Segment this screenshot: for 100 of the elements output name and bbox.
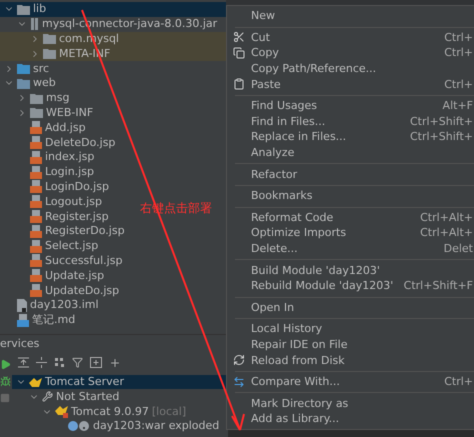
menu-item[interactable]: Compare With... Ctrl+ bbox=[227, 374, 474, 390]
tree-item[interactable]: Not Started bbox=[12, 389, 124, 404]
menu-item[interactable]: Bookmarks bbox=[227, 188, 474, 204]
menu-item[interactable]: Paste Ctrl+ bbox=[227, 76, 474, 92]
add-icon[interactable] bbox=[109, 356, 121, 369]
tree-label: lib bbox=[33, 2, 46, 16]
menu-item[interactable]: Mark Directory as bbox=[227, 395, 474, 412]
menu-item[interactable]: Build Module 'day1203' bbox=[227, 262, 474, 278]
tree-label: Tomcat Server bbox=[45, 374, 124, 389]
menu-item[interactable]: Optimize Imports Ctrl+Alt+ bbox=[227, 225, 474, 241]
menu-item[interactable]: Delete... Delet bbox=[227, 240, 474, 256]
tree-label: index.jsp bbox=[45, 150, 94, 164]
artifact-icon bbox=[68, 420, 90, 432]
menu-item[interactable]: New bbox=[227, 8, 474, 24]
tree-note: [local] bbox=[152, 405, 186, 418]
jsp-file-icon bbox=[30, 150, 42, 164]
archive-icon bbox=[30, 18, 39, 30]
markdown-file-icon bbox=[17, 314, 29, 327]
tree-item[interactable]: Update.jsp bbox=[0, 268, 108, 284]
jsp-file-icon bbox=[30, 284, 42, 298]
menu-item[interactable]: Replace in Files... Ctrl+Shift+ bbox=[227, 129, 474, 145]
tree-label: src bbox=[33, 62, 50, 76]
tree-label: Select.jsp bbox=[45, 239, 98, 254]
tree-item[interactable]: Select.jsp bbox=[0, 238, 102, 254]
menu-item[interactable]: Reload from Disk bbox=[227, 352, 474, 368]
group-icon[interactable] bbox=[54, 357, 65, 368]
tree-item[interactable]: msg bbox=[0, 90, 74, 106]
jsp-file-icon bbox=[30, 121, 42, 134]
tree-label: Login.jsp bbox=[45, 165, 94, 180]
tree-item[interactable]: src bbox=[0, 61, 54, 76]
filter-icon[interactable] bbox=[72, 357, 83, 368]
tree-label: Logout.jsp bbox=[45, 194, 102, 209]
tree-item[interactable]: Login.jsp bbox=[0, 164, 98, 180]
add-service-icon[interactable] bbox=[90, 357, 102, 368]
tree-item[interactable]: Register.jsp bbox=[0, 209, 113, 224]
menu-item[interactable]: Reformat Code Ctrl+Alt+ bbox=[227, 210, 474, 226]
tree-item[interactable]: Logout.jsp bbox=[0, 194, 106, 210]
menu-item[interactable]: Find Usages Alt+F bbox=[227, 98, 474, 114]
reload-icon bbox=[233, 354, 245, 366]
tree-label: WEB-INF bbox=[46, 106, 94, 120]
menu-item[interactable]: Rebuild Module 'day1203' Ctrl+Shift+F bbox=[227, 278, 474, 294]
tree-item[interactable]: Successful.jsp bbox=[0, 254, 126, 268]
tree-item[interactable]: lib bbox=[0, 2, 228, 17]
jsp-file-icon bbox=[30, 166, 42, 179]
tree-item[interactable]: day1203:war exploded bbox=[12, 418, 224, 434]
folder-icon bbox=[30, 107, 43, 118]
menu-item[interactable]: Refactor bbox=[227, 166, 474, 182]
menu-item[interactable]: Find in Files... Ctrl+Shift+ bbox=[227, 114, 474, 130]
tree-label: msg bbox=[46, 91, 70, 106]
tree-label: Successful.jsp bbox=[45, 254, 122, 268]
folder-icon bbox=[17, 78, 30, 89]
bug-icon[interactable] bbox=[0, 376, 11, 387]
folder-icon bbox=[30, 92, 43, 104]
jsp-file-icon bbox=[30, 269, 42, 282]
tree-label: 笔记.md bbox=[32, 313, 76, 328]
tree-label: day1203:war exploded bbox=[93, 419, 220, 434]
jsp-file-icon bbox=[30, 240, 42, 253]
tree-label: web bbox=[33, 76, 56, 90]
tree-item[interactable]: index.jsp bbox=[0, 150, 98, 165]
tree-item[interactable]: RegisterDo.jsp bbox=[0, 224, 129, 239]
menu-item[interactable]: Open In bbox=[227, 300, 474, 316]
tree-label: RegisterDo.jsp bbox=[45, 224, 125, 238]
tree-label: DeleteDo.jsp bbox=[45, 136, 116, 150]
menu-item[interactable]: Local History bbox=[227, 321, 474, 337]
copy-icon bbox=[233, 46, 245, 59]
tree-label: LoginDo.jsp bbox=[45, 180, 109, 194]
compare-icon bbox=[233, 376, 245, 388]
menu-item[interactable]: Cut Ctrl+ bbox=[227, 30, 474, 46]
tree-label: Register.jsp bbox=[45, 210, 109, 224]
tree-label: day1203.iml bbox=[30, 298, 99, 312]
jsp-file-icon bbox=[30, 210, 42, 224]
menu-item[interactable]: Repair IDE on File bbox=[227, 336, 474, 352]
menu-item[interactable]: Copy Path/Reference... bbox=[227, 60, 474, 76]
menu-item[interactable]: Add as Library... bbox=[227, 411, 474, 427]
tree-item[interactable]: Tomcat Server bbox=[12, 374, 228, 390]
tree-item[interactable]: DeleteDo.jsp bbox=[0, 135, 120, 150]
tree-label: Add.jsp bbox=[45, 120, 86, 135]
tree-item[interactable]: WEB-INF bbox=[0, 106, 98, 120]
tree-item[interactable]: Tomcat 9.0.97 [local] bbox=[12, 404, 190, 419]
tomcat-icon bbox=[29, 376, 42, 387]
folder-icon bbox=[17, 4, 30, 15]
expand-all-icon[interactable] bbox=[18, 357, 29, 368]
tree-item[interactable]: UpdateDo.jsp bbox=[0, 283, 124, 298]
tree-item[interactable]: web bbox=[0, 76, 60, 91]
clipboard-icon bbox=[233, 78, 245, 90]
menu-item[interactable]: Analyze bbox=[227, 144, 474, 160]
wrench-icon bbox=[42, 391, 53, 402]
tree-item[interactable]: day1203.iml bbox=[0, 298, 103, 313]
jsp-file-icon bbox=[30, 254, 42, 268]
file-icon bbox=[17, 298, 27, 312]
tree-label: Update.jsp bbox=[45, 268, 104, 283]
run-icon[interactable] bbox=[0, 358, 11, 370]
panel-title: ervices bbox=[0, 336, 40, 351]
tree-item[interactable]: LoginDo.jsp bbox=[0, 180, 113, 194]
collapse-all-icon[interactable] bbox=[36, 357, 47, 368]
menu-item[interactable]: Copy Ctrl+ bbox=[227, 45, 474, 61]
tree-label: Tomcat 9.0.97 bbox=[71, 404, 149, 419]
tree-label: Not Started bbox=[56, 390, 120, 404]
tree-item[interactable]: 笔记.md bbox=[0, 312, 80, 328]
tree-item[interactable]: Add.jsp bbox=[0, 120, 90, 136]
